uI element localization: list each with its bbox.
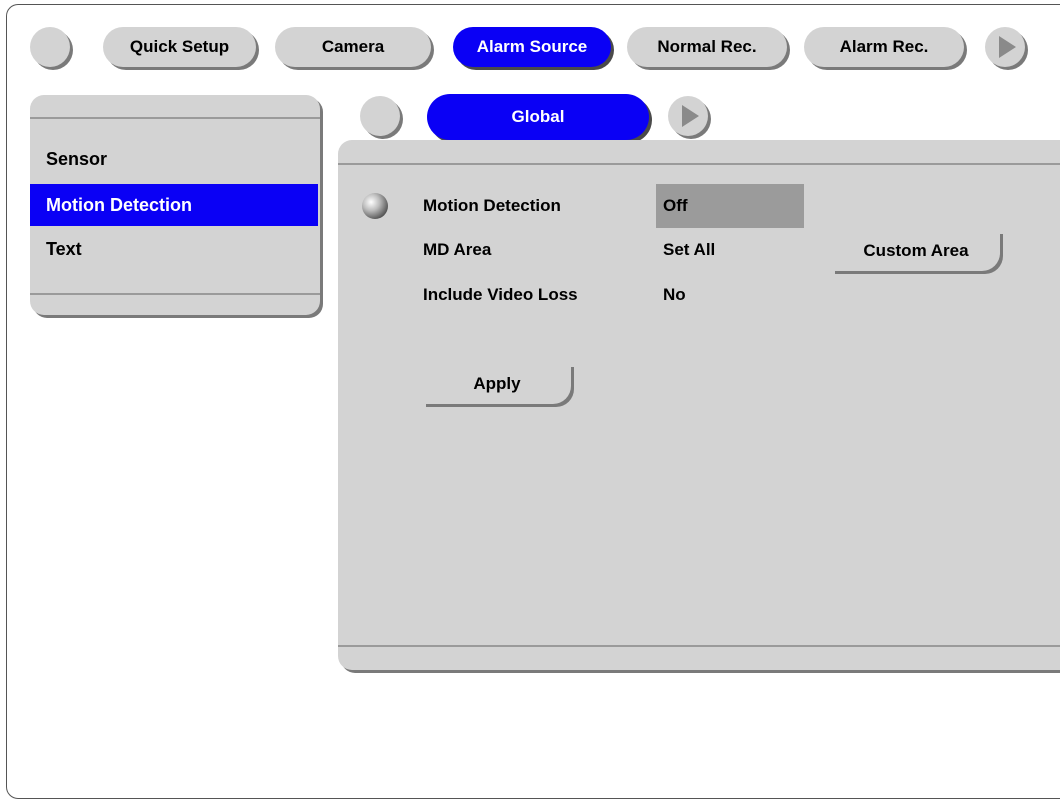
tab-quick-setup[interactable]: Quick Setup	[103, 27, 256, 67]
tab-global[interactable]: Global	[427, 94, 649, 140]
divider	[338, 163, 1060, 165]
apply-button[interactable]: Apply	[423, 364, 571, 404]
md-area-label: MD Area	[423, 240, 492, 259]
sub-prev-button[interactable]	[360, 96, 400, 136]
sidebar-item-text[interactable]: Text	[30, 228, 318, 270]
divider	[30, 293, 320, 295]
tab-normal-rec[interactable]: Normal Rec.	[627, 27, 787, 67]
sub-next-arrow-icon[interactable]	[668, 96, 708, 136]
custom-area-button[interactable]: Custom Area	[832, 231, 1000, 271]
divider	[30, 117, 320, 119]
include-video-loss-label: Include Video Loss	[423, 285, 578, 304]
sidebar-item-sensor[interactable]: Sensor	[30, 138, 318, 180]
divider	[338, 645, 1060, 647]
tab-alarm-source[interactable]: Alarm Source	[453, 27, 611, 67]
include-video-loss-value[interactable]: No	[663, 285, 686, 305]
motion-detection-label: Motion Detection	[423, 196, 561, 215]
prev-page-button[interactable]	[30, 27, 70, 67]
md-area-value[interactable]: Set All	[663, 240, 715, 260]
row-pointer-icon	[362, 193, 388, 219]
next-arrow-icon[interactable]	[985, 27, 1025, 67]
motion-detection-value[interactable]: Off	[663, 196, 688, 216]
tab-alarm-rec[interactable]: Alarm Rec.	[804, 27, 964, 67]
tab-camera[interactable]: Camera	[275, 27, 431, 67]
sidebar: Sensor Motion Detection Text	[30, 95, 320, 315]
sidebar-item-motion-detection[interactable]: Motion Detection	[30, 184, 318, 226]
